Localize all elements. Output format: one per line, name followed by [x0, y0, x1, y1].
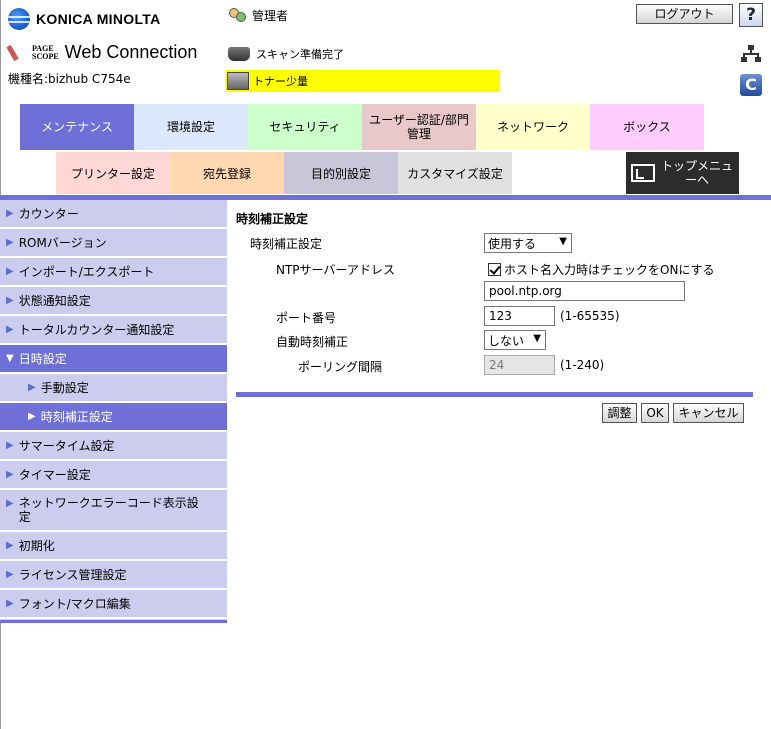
top-menu-icon	[631, 164, 655, 182]
sidebar-item-import-export[interactable]: ▶ インポート/エクスポート	[0, 258, 227, 287]
toner-status[interactable]: トナー少量	[225, 70, 500, 92]
pagescope-small: PAGE SCOPE	[32, 43, 59, 61]
help-button[interactable]: ?	[739, 3, 763, 27]
tab-purpose-settings[interactable]: 目的別設定	[284, 152, 398, 194]
arrow-right-icon: ▶	[6, 266, 14, 277]
polling-input[interactable]: 24	[484, 355, 555, 375]
hostname-checkbox-label: ホスト名入力時はチェックをONにする	[504, 263, 715, 277]
arrow-right-icon: ▶	[6, 569, 14, 580]
tab-user-auth[interactable]: ユーザー認証/部門管理	[362, 104, 476, 150]
arrow-right-icon: ▶	[28, 382, 36, 393]
polling-range: (1-240)	[560, 358, 605, 372]
sidebar-item-summer-time[interactable]: ▶ サマータイム設定	[0, 432, 227, 461]
scanner-icon	[228, 47, 250, 61]
sidebar-item-network-error-code[interactable]: ▶ ネットワークエラーコード表示設定	[0, 490, 227, 532]
content-divider	[236, 392, 753, 397]
sidebar-item-rom-version[interactable]: ▶ ROMバージョン	[0, 229, 227, 258]
toner-status-text: トナー少量	[253, 75, 308, 88]
page-title: 時刻補正設定	[236, 212, 309, 226]
top-menu-button[interactable]: トップメニューへ	[626, 152, 739, 194]
tab-box[interactable]: ボックス	[590, 104, 704, 150]
arrow-down-icon: ▼	[6, 353, 14, 364]
header: KONICA MINOLTA PAGE SCOPE Web Connection…	[0, 0, 771, 100]
tab-environment[interactable]: 環境設定	[134, 104, 248, 150]
tab-maintenance[interactable]: メンテナンス	[20, 104, 134, 150]
auto-adjust-label: 自動時刻補正	[276, 335, 349, 349]
users-icon	[228, 6, 248, 24]
printer-icon	[227, 72, 249, 90]
brand-name: KONICA MINOLTA	[36, 11, 161, 27]
chevron-down-icon: ▼	[559, 236, 567, 247]
arrow-right-icon: ▶	[6, 498, 14, 509]
sidebar: ▶ カウンター ▶ ROMバージョン ▶ インポート/エクスポート ▶ 状態通知設定 ▶…	[0, 200, 227, 620]
tab-security[interactable]: セキュリティ	[248, 104, 362, 150]
polling-label: ポーリング間隔	[298, 360, 383, 374]
sidebar-item-datetime[interactable]: ▼ 日時設定	[0, 345, 227, 374]
time-adjust-label: 時刻補正設定	[250, 237, 323, 251]
arrow-right-icon: ▶	[6, 598, 14, 609]
arrow-right-icon: ▶	[28, 411, 36, 422]
sidebar-item-time-adjust[interactable]: ▶ 時刻補正設定	[0, 403, 227, 432]
user-name: 管理者	[252, 8, 289, 23]
user-indicator: 管理者	[228, 6, 288, 24]
product-name: Web Connection	[64, 42, 198, 62]
globe-icon	[8, 8, 30, 30]
auto-adjust-select[interactable]: しない ▼	[484, 330, 546, 350]
port-input[interactable]: 123	[484, 306, 555, 326]
arrow-right-icon: ▶	[6, 540, 14, 551]
arrow-right-icon: ▶	[6, 208, 14, 219]
sidebar-item-counter[interactable]: ▶ カウンター	[0, 200, 227, 229]
arrow-right-icon: ▶	[6, 440, 14, 451]
ok-button[interactable]: OK	[641, 403, 669, 423]
time-adjust-select[interactable]: 使用する ▼	[484, 233, 572, 253]
logout-button[interactable]: ログアウト	[636, 4, 733, 24]
main-tabs: メンテナンス 環境設定 セキュリティ ユーザー認証/部門管理 ネットワーク ボッ…	[20, 104, 704, 150]
sitemap-icon[interactable]	[741, 45, 761, 63]
sidebar-item-manual[interactable]: ▶ 手動設定	[0, 374, 227, 403]
sidebar-divider	[0, 620, 227, 623]
arrow-right-icon: ▶	[6, 237, 14, 248]
model-name: 機種名:bizhub C754e	[8, 72, 131, 86]
ntp-server-input[interactable]: pool.ntp.org	[484, 281, 685, 301]
chevron-down-icon: ▼	[533, 333, 541, 344]
tab-printer-settings[interactable]: プリンター設定	[56, 152, 170, 194]
hostname-checkbox-row: ホスト名入力時はチェックをONにする	[488, 261, 715, 278]
sub-tabs: プリンター設定 宛先登録 目的別設定 カスタマイズ設定	[56, 152, 512, 194]
cancel-button[interactable]: キャンセル	[673, 403, 744, 423]
sidebar-item-font-macro[interactable]: ▶ フォント/マクロ編集	[0, 590, 227, 619]
sidebar-item-status-notify[interactable]: ▶ 状態通知設定	[0, 287, 227, 316]
hostname-checkbox[interactable]	[488, 263, 501, 276]
pen-icon	[6, 43, 30, 63]
pagescope-logo: PAGE SCOPE Web Connection	[6, 42, 198, 63]
scan-status: スキャン準備完了	[228, 46, 344, 62]
port-label: ポート番号	[276, 311, 337, 325]
adjust-button[interactable]: 調整	[602, 403, 637, 423]
sidebar-item-initialize[interactable]: ▶ 初期化	[0, 532, 227, 561]
port-range: (1-65535)	[560, 309, 620, 323]
sidebar-item-license[interactable]: ▶ ライセンス管理設定	[0, 561, 227, 590]
konica-minolta-logo: KONICA MINOLTA	[8, 8, 160, 30]
arrow-right-icon: ▶	[6, 469, 14, 480]
scan-status-text: スキャン準備完了	[256, 48, 344, 61]
tab-network[interactable]: ネットワーク	[476, 104, 590, 150]
sidebar-item-total-counter[interactable]: ▶ トータルカウンター通知設定	[0, 316, 227, 345]
arrow-right-icon: ▶	[6, 295, 14, 306]
tab-customize-settings[interactable]: カスタマイズ設定	[398, 152, 512, 194]
arrow-right-icon: ▶	[6, 324, 14, 335]
refresh-icon[interactable]: C	[740, 74, 762, 96]
tab-address-book[interactable]: 宛先登録	[170, 152, 284, 194]
ntp-server-label: NTPサーバーアドレス	[276, 263, 395, 277]
sidebar-item-timer[interactable]: ▶ タイマー設定	[0, 461, 227, 490]
